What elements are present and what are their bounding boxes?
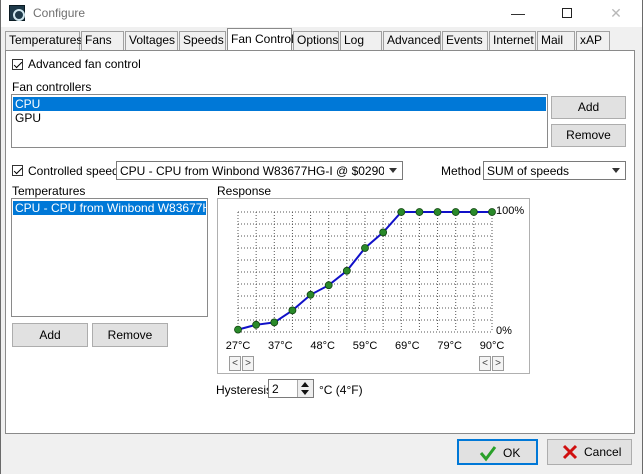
hysteresis-label: Hysteresis [216,383,273,397]
tab-xap[interactable]: xAP [576,31,610,50]
curve-point[interactable] [379,228,388,237]
temperatures-label: Temperatures [12,184,86,198]
configure-window: Configure — ✕ Temperatures Fans Voltages… [0,0,643,474]
curve-point[interactable] [306,290,315,299]
x-axis-tick-label: 69°C [395,340,420,352]
chevron-down-icon[interactable] [608,163,624,178]
tab-internet[interactable]: Internet [489,31,536,50]
scroll-left-button[interactable]: < [479,356,491,371]
y-axis-top-label: 100% [496,205,524,217]
tab-label: xAP [580,33,603,47]
list-item[interactable]: CPU [13,97,546,111]
tab-strip: Temperatures Fans Voltages Speeds Fan Co… [5,28,635,50]
curve-point[interactable] [451,208,460,216]
curve-point[interactable] [252,320,261,329]
tab-label: Events [446,33,483,47]
add-fan-controller-button[interactable]: Add [551,96,626,119]
curve-point[interactable] [288,306,297,315]
tab-fan-control[interactable]: Fan Control [227,28,294,50]
tab-label: Fans [85,33,112,47]
hysteresis-unit: °C (4°F) [319,383,363,397]
tab-advanced[interactable]: Advanced [383,31,441,50]
curve-point[interactable] [469,208,478,216]
tab-mail[interactable]: Mail [537,31,575,50]
curve-point[interactable] [397,208,406,216]
list-item[interactable]: CPU - CPU from Winbond W83677HG-I [13,201,206,215]
controlled-speed-value: CPU - CPU from Winbond W83677HG-I @ $029… [120,164,384,178]
controlled-speed-checkbox[interactable] [12,165,23,176]
scroll-right-button[interactable]: > [492,356,504,371]
curve-point[interactable] [342,266,351,275]
curve-point[interactable] [361,244,369,252]
temperatures-list[interactable]: CPU - CPU from Winbond W83677HG-I [11,198,208,317]
fan-controllers-list[interactable]: CPU GPU [11,94,548,148]
tab-label: Temperatures [9,33,83,47]
controlled-speed-label: Controlled speed [28,164,119,178]
response-chart-box: 100% 0% 27°C 37°C 48°C 59°C 69°C 79°C 90°C < >… [217,198,530,374]
maximize-icon [562,7,572,18]
tab-fans[interactable]: Fans [81,31,124,50]
minimize-button[interactable]: — [495,0,541,27]
cancel-label: Cancel [584,445,622,459]
remove-fan-controller-button[interactable]: Remove [551,124,626,147]
x-axis-tick-label: 90°C [480,340,505,352]
curve-point[interactable] [415,208,424,216]
x-axis-tick-label: 48°C [310,340,335,352]
x-axis-tick-label: 37°C [268,340,293,352]
scroll-left-button[interactable]: < [229,356,241,371]
close-button[interactable]: ✕ [593,0,639,27]
title-bar[interactable]: Configure — ✕ [1,0,642,27]
response-curve-chart[interactable]: 100% 0% 27°C 37°C 48°C 59°C 69°C 79°C 90°C [218,199,531,375]
checkmark-icon [479,446,497,462]
maximize-button[interactable] [544,0,590,27]
scroll-right-button[interactable]: > [242,356,254,371]
advanced-fan-control-label: Advanced fan control [28,57,141,71]
add-temperature-button[interactable]: Add [12,323,88,347]
hysteresis-stepper[interactable]: 2 [268,379,314,398]
list-item[interactable]: GPU [13,111,546,125]
controlled-speed-select[interactable]: CPU - CPU from Winbond W83677HG-I @ $029… [116,161,403,180]
curve-point[interactable] [433,208,442,216]
remove-temperature-button[interactable]: Remove [92,323,168,347]
tab-label: Log [344,33,365,47]
chevron-down-icon[interactable] [385,163,401,178]
tab-label: Voltages [129,33,176,47]
curve-point[interactable] [270,318,279,327]
tab-temperatures[interactable]: Temperatures [5,31,83,50]
tab-events[interactable]: Events [442,31,488,50]
tab-label: Advanced [387,33,441,47]
method-value: SUM of speeds [487,164,570,178]
fan-control-panel: Advanced fan control Fan controllers CPU… [5,50,635,434]
tab-speeds[interactable]: Speeds [179,31,226,50]
hysteresis-value: 2 [272,382,279,396]
cancel-button[interactable]: Cancel [547,439,632,465]
tab-options[interactable]: Options [293,31,339,50]
cross-icon [562,444,578,460]
x-axis-tick-label: 27°C [226,340,251,352]
advanced-fan-control-checkbox[interactable] [12,59,23,70]
tab-label: Fan Control [231,32,294,46]
ok-label: OK [503,446,521,460]
curve-point[interactable] [234,325,242,334]
tab-label: Internet [493,33,534,47]
x-axis-tick-label: 59°C [353,340,378,352]
method-label: Method [441,164,482,178]
x-axis-tick-label: 79°C [437,340,462,352]
ok-button[interactable]: OK [457,439,538,465]
method-select[interactable]: SUM of speeds [483,161,626,180]
window-title: Configure [33,6,86,20]
app-fan-icon [9,5,25,21]
tab-label: Speeds [183,33,224,47]
fan-controllers-label: Fan controllers [12,80,92,94]
tab-voltages[interactable]: Voltages [125,31,178,50]
curve-point[interactable] [488,208,496,216]
curve-point[interactable] [324,281,333,290]
spin-arrows-icon[interactable] [297,380,313,397]
tab-label: Options [297,33,339,47]
tab-log[interactable]: Log [340,31,382,50]
tab-label: Mail [541,33,564,47]
response-label: Response [217,184,272,198]
y-axis-bottom-label: 0% [496,325,512,337]
